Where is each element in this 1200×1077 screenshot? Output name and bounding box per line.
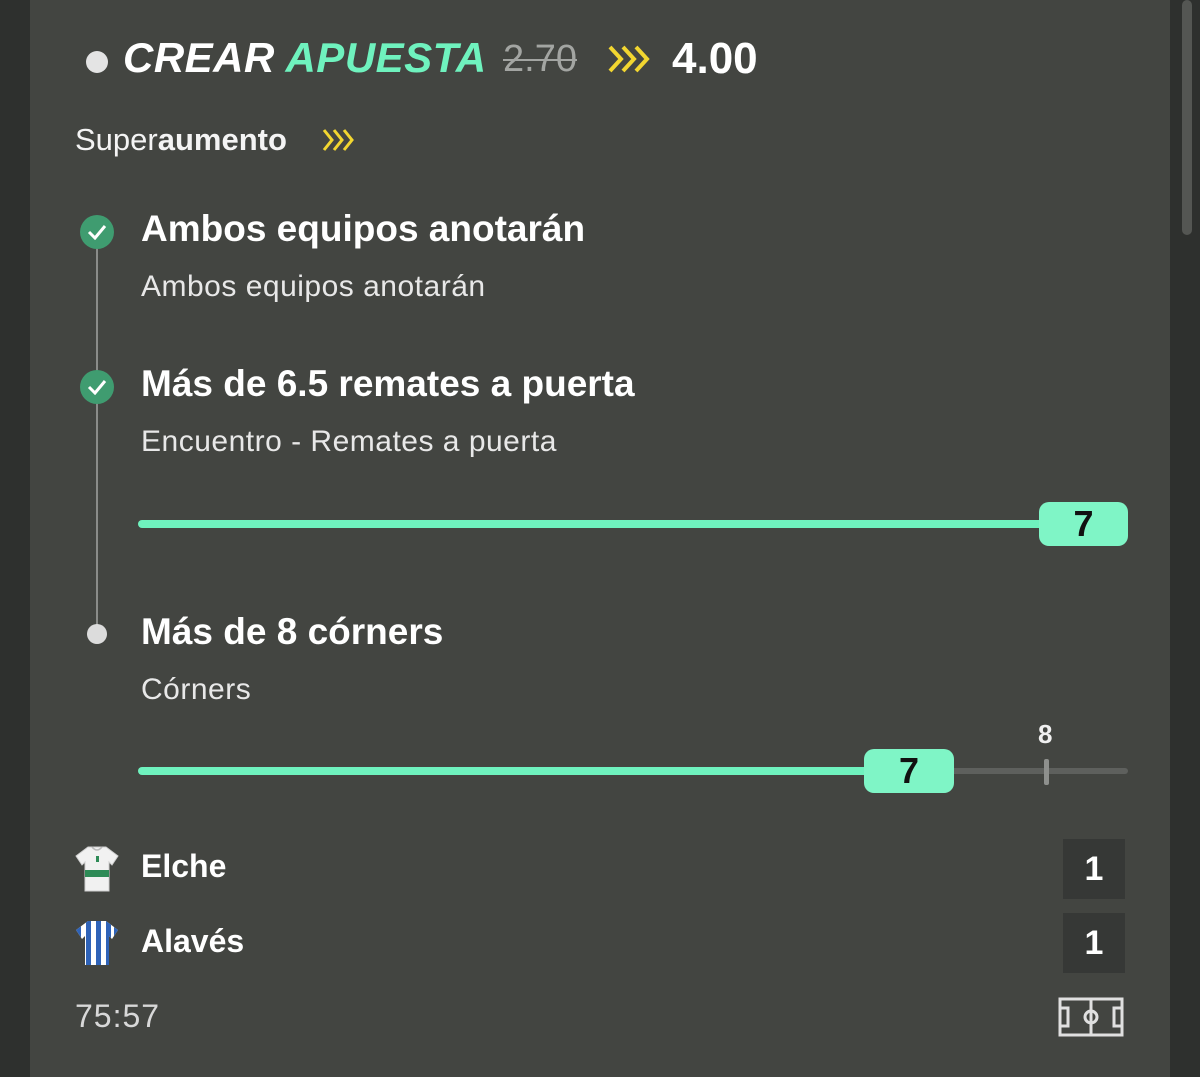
bet-builder-panel <box>30 0 1170 1077</box>
leg2-subtitle: Encuentro - Remates a puerta <box>141 425 557 458</box>
score-away: 1 <box>1063 913 1125 973</box>
leg1-title: Ambos equipos anotarán <box>141 208 586 249</box>
match-clock: 75:57 <box>75 998 161 1034</box>
pitch-icon[interactable] <box>1058 997 1124 1037</box>
team-name-away: Alavés <box>141 923 245 959</box>
new-odds: 4.00 <box>672 34 758 83</box>
elche-shirt-icon <box>75 846 119 892</box>
leg3-target-tick <box>1044 759 1049 785</box>
scrollbar[interactable] <box>1182 0 1192 235</box>
title-part1: CREAR <box>123 34 275 81</box>
alaves-shirt-icon <box>76 921 118 965</box>
title-part2: APUESTA <box>285 34 487 81</box>
leg2-title: Más de 6.5 remates a puerta <box>141 363 635 404</box>
boost-prefix: Super <box>75 122 158 157</box>
boost-small-chevrons-icon <box>322 129 354 151</box>
page-title: CREAR APUESTA <box>123 34 487 82</box>
team-name-home: Elche <box>141 848 227 884</box>
leg1-subtitle: Ambos equipos anotarán <box>141 270 486 303</box>
live-dot <box>86 51 108 73</box>
boost-label: Superaumento <box>75 122 287 158</box>
leg1-check-icon <box>80 215 114 249</box>
leg3-progress-remaining <box>950 768 1128 774</box>
score-home: 1 <box>1063 839 1125 899</box>
leg3-pending-dot <box>87 624 107 644</box>
boost-suffix: aumento <box>157 122 287 157</box>
leg2-check-icon <box>80 370 114 404</box>
old-odds: 2.70 <box>503 38 577 80</box>
leg3-title: Más de 8 córners <box>141 611 444 652</box>
leg3-subtitle: Córners <box>141 673 252 706</box>
leg2-progress-thumb: 7 <box>1039 502 1128 546</box>
leg3-target-label: 8 <box>1038 719 1053 749</box>
leg3-progress-thumb: 7 <box>864 749 954 793</box>
legs-timeline <box>96 234 98 634</box>
boost-chevrons-icon <box>608 45 650 73</box>
leg3-progress-bar <box>138 767 878 775</box>
leg2-progress-bar <box>138 520 1058 528</box>
